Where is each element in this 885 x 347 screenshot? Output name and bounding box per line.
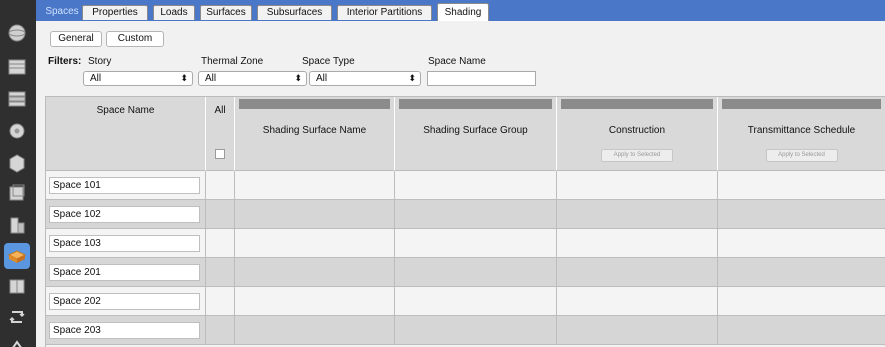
space-name-field[interactable]: Space 203 (49, 322, 200, 339)
tab-properties[interactable]: Properties (82, 5, 148, 20)
story-select[interactable]: All ⬍ (83, 71, 193, 86)
header-all: All (206, 97, 235, 171)
transmittance-apply-button[interactable]: Apply to Selected (765, 149, 838, 162)
space-type-select[interactable]: All ⬍ (309, 71, 421, 86)
tab-interior-partitions[interactable]: Interior Partitions (337, 5, 432, 20)
tab-subsurfaces[interactable]: Subsurfaces (257, 5, 332, 20)
constructions-icon[interactable] (4, 86, 30, 112)
story-filter-label: Story (88, 56, 112, 67)
space-name-field[interactable]: Space 202 (49, 293, 200, 310)
header-shading-surface-name: Shading Surface Name (235, 97, 395, 171)
header-shading-surface-group: Shading Surface Group (395, 97, 557, 171)
table-row[interactable]: Space 102 (46, 200, 885, 229)
schedules-icon[interactable] (4, 54, 30, 80)
construction-apply-button[interactable]: Apply to Selected (601, 149, 673, 162)
table-row[interactable]: Space 202 (46, 287, 885, 316)
table-row[interactable]: Space 101 (46, 171, 885, 200)
space-name-field[interactable]: Space 101 (49, 177, 200, 194)
thermal-zone-select[interactable]: All ⬍ (198, 71, 307, 86)
space-name-field[interactable]: Space 103 (49, 235, 200, 252)
header-space-name: Space Name (46, 97, 206, 171)
loads-icon[interactable] (4, 118, 30, 144)
thermal-zone-select-value: All (205, 73, 217, 84)
space-name-field[interactable]: Space 102 (49, 206, 200, 223)
header-transmittance-schedule: Transmittance Schedule Apply to Selected (718, 97, 885, 171)
select-all-checkbox[interactable] (215, 149, 225, 159)
space-name-filter-label: Space Name (428, 56, 486, 67)
tab-surfaces[interactable]: Surfaces (200, 5, 252, 20)
thermal-zone-filter-label: Thermal Zone (201, 56, 264, 67)
table-row[interactable]: Space 201 (46, 258, 885, 287)
chevron-updown-icon: ⬍ (408, 73, 416, 83)
space-name-field[interactable]: Space 201 (49, 264, 200, 281)
main-panel: General Custom Filters: Story Thermal Zo… (36, 21, 885, 347)
hvac-systems-icon[interactable] (4, 304, 30, 330)
general-button[interactable]: General (50, 31, 102, 47)
space-type-select-value: All (316, 73, 328, 84)
tab-bar: Spaces Properties Loads Surfaces Subsurf… (36, 0, 885, 22)
custom-button[interactable]: Custom (106, 31, 164, 47)
tab-spaces[interactable]: Spaces (44, 5, 80, 20)
chevron-updown-icon: ⬍ (294, 73, 302, 83)
header-construction: Construction Apply to Selected (557, 97, 718, 171)
shading-grid: Space Name All Shading Surface Name Shad… (45, 96, 885, 347)
thermal-zones-icon[interactable] (4, 273, 30, 299)
output-variables-icon[interactable] (4, 332, 30, 347)
chevron-updown-icon: ⬍ (180, 73, 188, 83)
geometry-icon[interactable] (4, 180, 30, 206)
table-row[interactable]: Space 203 (46, 316, 885, 345)
site-icon[interactable] (4, 20, 30, 46)
table-row[interactable]: Space 103 (46, 229, 885, 258)
filters-label: Filters: (48, 56, 82, 67)
tab-shading[interactable]: Shading (437, 3, 489, 22)
story-select-value: All (90, 73, 102, 84)
space-name-input[interactable] (427, 71, 536, 86)
space-type-filter-label: Space Type (302, 56, 355, 67)
tab-loads[interactable]: Loads (153, 5, 195, 20)
facility-icon[interactable] (4, 212, 30, 238)
sidebar (0, 0, 36, 347)
space-types-icon[interactable] (4, 150, 30, 176)
spaces-icon[interactable] (4, 243, 30, 269)
